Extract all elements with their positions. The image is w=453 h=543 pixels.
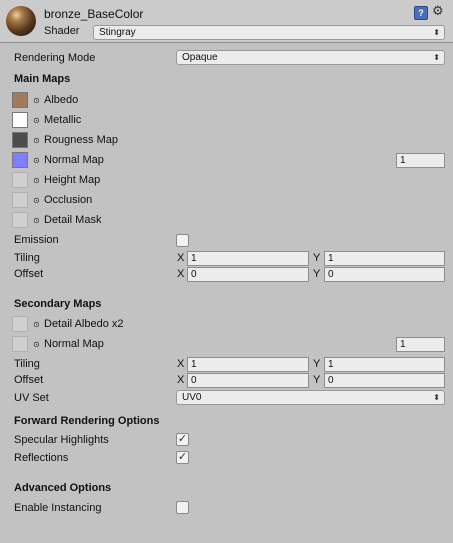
main-offset-x-field[interactable]: 0 (187, 267, 309, 282)
albedo-texture-slot[interactable] (12, 92, 28, 108)
main-tiling-label: Tiling (14, 252, 40, 264)
main-tiling-x-field[interactable]: 1 (187, 251, 309, 266)
height-texture-slot[interactable] (12, 172, 28, 188)
detail-albedo-label: Detail Albedo x2 (44, 318, 124, 330)
enable-instancing-label: Enable Instancing (14, 502, 102, 514)
detail-mask-label: Detail Mask (44, 214, 102, 226)
uv-set-label: UV Set (14, 392, 49, 404)
occlusion-texture-slot[interactable] (12, 192, 28, 208)
advanced-options-title: Advanced Options (14, 482, 112, 494)
detail-mask-picker-icon[interactable]: ⊙ (33, 216, 40, 225)
metallic-picker-icon[interactable]: ⊙ (33, 116, 40, 125)
secondary-tiling-label: Tiling (14, 358, 40, 370)
secondary-tiling-y-field[interactable]: 1 (324, 357, 445, 372)
secondary-normal-picker-icon[interactable]: ⊙ (33, 340, 40, 349)
specular-highlights-checkbox[interactable]: ✓ (176, 433, 189, 446)
emission-label: Emission (14, 234, 59, 246)
material-preview-sphere (6, 6, 36, 36)
detail-mask-texture-slot[interactable] (12, 212, 28, 228)
secondary-tiling-y-axis: Y (313, 358, 321, 370)
main-offset-y-axis: Y (313, 268, 321, 280)
rendering-mode-dropdown[interactable]: Opaque ⬍ (176, 50, 445, 65)
roughness-picker-icon[interactable]: ⊙ (33, 136, 40, 145)
secondary-normal-strength-field[interactable]: 1 (396, 337, 445, 352)
normal-map-strength-field[interactable]: 1 (396, 153, 445, 168)
height-picker-icon[interactable]: ⊙ (33, 176, 40, 185)
secondary-tiling-x-field[interactable]: 1 (187, 357, 309, 372)
secondary-offset-y-field[interactable]: 0 (324, 373, 445, 388)
occlusion-label: Occlusion (44, 194, 93, 206)
secondary-offset-x-field[interactable]: 0 (187, 373, 309, 388)
main-offset-x-axis: X (177, 268, 185, 280)
main-maps-title: Main Maps (14, 73, 71, 85)
rendering-mode-value: Opaque (182, 52, 218, 63)
chevron-down-icon: ⬍ (433, 393, 440, 402)
secondary-normal-map-label: Normal Map (44, 338, 104, 350)
albedo-picker-icon[interactable]: ⊙ (33, 96, 40, 105)
occlusion-picker-icon[interactable]: ⊙ (33, 196, 40, 205)
specular-highlights-label: Specular Highlights (14, 434, 109, 446)
detail-albedo-texture-slot[interactable] (12, 316, 28, 332)
rendering-mode-label: Rendering Mode (14, 52, 96, 64)
secondary-offset-x-axis: X (177, 374, 185, 386)
secondary-tiling-x-axis: X (177, 358, 185, 370)
emission-checkbox[interactable] (176, 234, 189, 247)
secondary-normal-texture-slot[interactable] (12, 336, 28, 352)
height-map-label: Height Map (44, 174, 101, 186)
roughness-texture-slot[interactable] (12, 132, 28, 148)
normal-texture-slot[interactable] (12, 152, 28, 168)
enable-instancing-checkbox[interactable] (176, 501, 189, 514)
chevron-down-icon: ⬍ (433, 53, 440, 62)
main-tiling-x-axis: X (177, 252, 185, 264)
shader-dropdown[interactable]: Stingray ⬍ (93, 25, 445, 40)
detail-albedo-picker-icon[interactable]: ⊙ (33, 320, 40, 329)
uv-set-dropdown[interactable]: UV0 ⬍ (176, 390, 445, 405)
reflections-label: Reflections (14, 452, 69, 464)
normal-map-label: Normal Map (44, 154, 104, 166)
reflections-checkbox[interactable]: ✓ (176, 451, 189, 464)
roughness-label: Rougness Map (44, 134, 118, 146)
uv-set-value: UV0 (182, 392, 202, 403)
material-name: bronze_BaseColor (44, 7, 144, 21)
main-tiling-y-axis: Y (313, 252, 321, 264)
shader-label: Shader (44, 25, 80, 37)
gear-icon[interactable]: ⚙ (432, 3, 444, 19)
metallic-texture-slot[interactable] (12, 112, 28, 128)
material-header: bronze_BaseColor Shader Stingray ⬍ ? ⚙ (0, 0, 453, 43)
secondary-offset-y-axis: Y (313, 374, 321, 386)
albedo-label: Albedo (44, 94, 79, 106)
normal-picker-icon[interactable]: ⊙ (33, 156, 40, 165)
metallic-label: Metallic (44, 114, 82, 126)
chevron-down-icon: ⬍ (433, 28, 440, 37)
secondary-maps-title: Secondary Maps (14, 298, 102, 310)
shader-dropdown-value: Stingray (99, 27, 136, 38)
forward-rendering-title: Forward Rendering Options (14, 415, 160, 427)
main-offset-label: Offset (14, 268, 44, 280)
main-tiling-y-field[interactable]: 1 (324, 251, 445, 266)
main-offset-y-field[interactable]: 0 (324, 267, 445, 282)
help-icon[interactable]: ? (414, 6, 428, 20)
secondary-offset-label: Offset (14, 374, 44, 386)
